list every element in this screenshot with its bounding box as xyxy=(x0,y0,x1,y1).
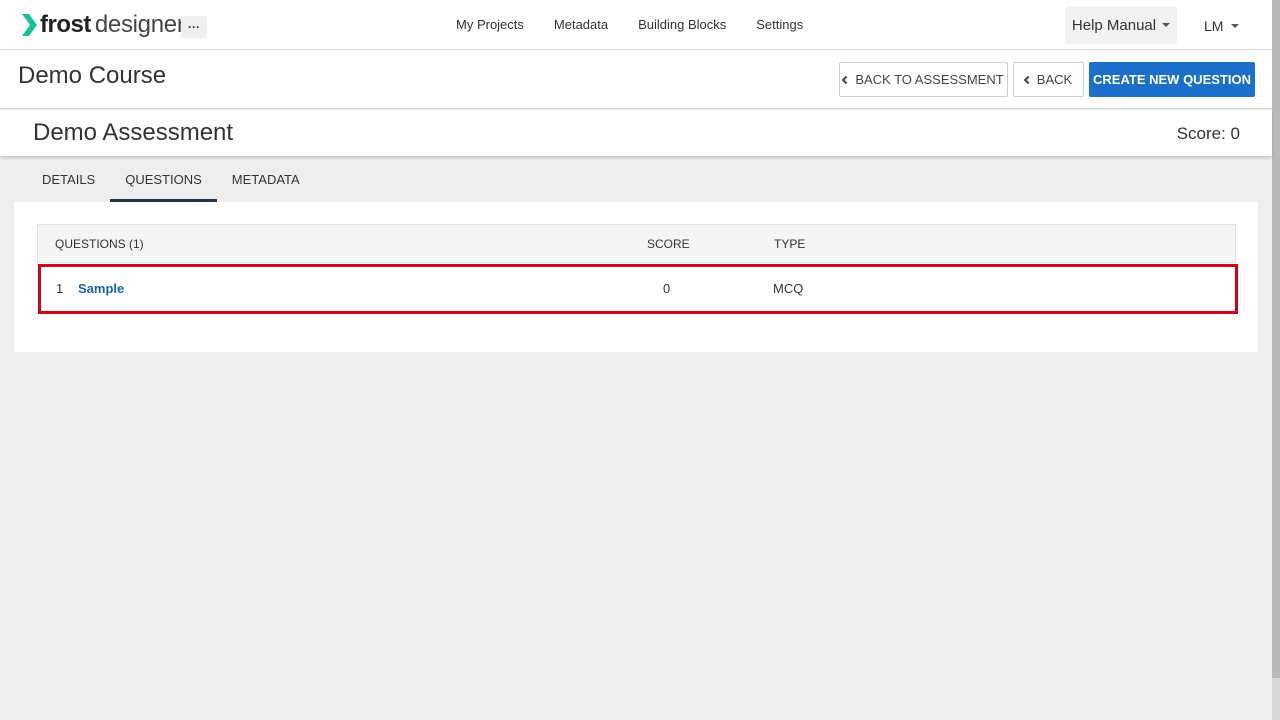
help-manual-label: Help Manual xyxy=(1071,16,1157,34)
help-manual-dropdown[interactable]: Help Manual xyxy=(1065,6,1177,44)
chevron-left-icon xyxy=(1023,75,1033,85)
question-type: MCQ xyxy=(773,281,804,296)
assessment-title: Demo Assessment xyxy=(33,119,234,146)
more-options-button[interactable]: ··· xyxy=(181,16,207,38)
logo-word-designer: designer xyxy=(94,11,185,38)
back-button[interactable]: BACK xyxy=(1013,62,1084,97)
chevron-left-icon xyxy=(842,75,851,85)
back-to-assessment-button[interactable]: BACK TO ASSESSMENT xyxy=(839,62,1008,97)
caret-down-icon xyxy=(1162,23,1171,27)
nav-my-projects[interactable]: My Projects xyxy=(456,17,524,32)
top-navbar: frost designer ··· My Projects Metadata … xyxy=(0,0,1272,50)
course-title: Demo Course xyxy=(18,62,167,89)
back-label: BACK xyxy=(1036,72,1073,87)
caret-down-icon xyxy=(1231,24,1240,28)
questions-panel: QUESTIONS (1) SCORE TYPE 1 Sample 0 MCQ xyxy=(14,202,1258,352)
assessment-tabs: DETAILS QUESTIONS METADATA xyxy=(27,158,315,202)
main-nav: My Projects Metadata Building Blocks Set… xyxy=(456,17,803,32)
header-score: SCORE xyxy=(647,237,690,251)
questions-table: QUESTIONS (1) SCORE TYPE 1 Sample 0 MCQ xyxy=(37,224,1238,314)
user-initials: LM xyxy=(1204,18,1224,34)
user-menu-dropdown[interactable]: LM xyxy=(1204,18,1240,34)
nav-metadata[interactable]: Metadata xyxy=(554,17,608,32)
logo-chevron-icon xyxy=(22,14,37,36)
assessment-score: Score: 0 xyxy=(1176,124,1240,143)
logo-word-frost: frost xyxy=(40,11,91,38)
nav-settings[interactable]: Settings xyxy=(756,17,803,32)
question-number: 1 xyxy=(56,281,64,296)
tab-questions[interactable]: QUESTIONS xyxy=(110,158,217,202)
page-scrollbar[interactable] xyxy=(1272,0,1280,720)
frost-designer-logo[interactable]: frost designer xyxy=(20,11,185,39)
tab-metadata[interactable]: METADATA xyxy=(217,158,315,202)
table-row[interactable]: 1 Sample 0 MCQ xyxy=(38,264,1238,314)
question-score: 0 xyxy=(663,281,671,296)
scrollbar-thumb[interactable] xyxy=(1272,678,1280,720)
question-link-sample[interactable]: Sample xyxy=(78,281,124,296)
tab-details[interactable]: DETAILS xyxy=(27,158,110,202)
nav-building-blocks[interactable]: Building Blocks xyxy=(638,17,726,32)
course-header: Demo Course BACK TO ASSESSMENT BACK CREA… xyxy=(0,50,1272,109)
header-questions: QUESTIONS (1) xyxy=(55,237,144,251)
header-type: TYPE xyxy=(774,237,806,251)
assessment-header: Demo Assessment Score: 0 xyxy=(0,110,1272,156)
table-header: QUESTIONS (1) SCORE TYPE xyxy=(37,224,1236,263)
back-to-assessment-label: BACK TO ASSESSMENT xyxy=(855,72,1004,87)
create-new-question-button[interactable]: CREATE NEW QUESTION xyxy=(1089,62,1255,97)
